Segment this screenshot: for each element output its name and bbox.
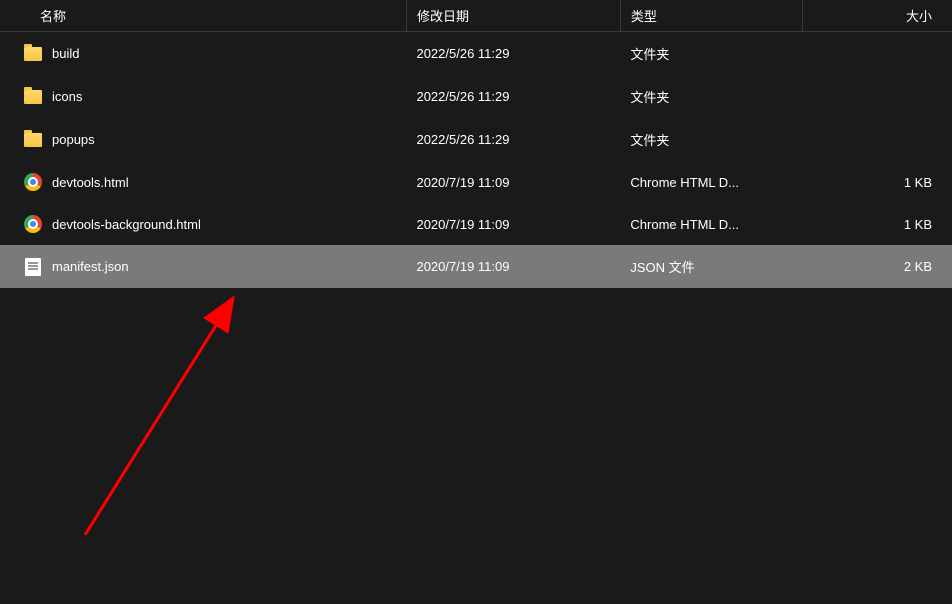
file-date: 2022/5/26 11:29 [406,118,620,161]
file-row[interactable]: popups 2022/5/26 11:29文件夹 [0,118,952,161]
file-row[interactable]: build 2022/5/26 11:29文件夹 [0,32,952,76]
file-name: manifest.json [52,259,129,274]
file-size [802,32,952,76]
file-type: 文件夹 [620,32,802,76]
column-header-size[interactable]: 大小 [802,0,952,32]
file-type: 文件夹 [620,75,802,118]
document-icon [24,258,42,276]
file-name: build [52,46,79,61]
file-date: 2020/7/19 11:09 [406,161,620,203]
chrome-icon [24,215,42,233]
file-name: icons [52,89,82,104]
folder-icon [24,45,42,63]
file-row[interactable]: manifest.json 2020/7/19 11:09JSON 文件2 KB [0,245,952,288]
annotation-arrow [75,295,275,545]
file-row[interactable]: devtools.html 2020/7/19 11:09Chrome HTML … [0,161,952,203]
file-row[interactable]: devtools-background.html 2020/7/19 11:09C… [0,203,952,245]
file-row[interactable]: icons 2022/5/26 11:29文件夹 [0,75,952,118]
column-header-row: 名称 修改日期 类型 大小 [0,0,952,32]
file-type: Chrome HTML D... [620,161,802,203]
file-size: 1 KB [802,203,952,245]
folder-icon [24,131,42,149]
file-type: 文件夹 [620,118,802,161]
folder-icon [24,88,42,106]
file-list-table: 名称 修改日期 类型 大小 build2022/5/26 11:29文件夹ico… [0,0,952,288]
file-size [802,75,952,118]
file-size [802,118,952,161]
file-type: Chrome HTML D... [620,203,802,245]
file-date: 2022/5/26 11:29 [406,32,620,76]
file-date: 2020/7/19 11:09 [406,203,620,245]
column-header-date[interactable]: 修改日期 [406,0,620,32]
file-size: 1 KB [802,161,952,203]
file-name: devtools-background.html [52,217,201,232]
chrome-icon [24,173,42,191]
file-date: 2020/7/19 11:09 [406,245,620,288]
file-size: 2 KB [802,245,952,288]
column-header-name[interactable]: 名称 [0,0,406,32]
file-name: devtools.html [52,175,129,190]
column-header-type[interactable]: 类型 [620,0,802,32]
file-date: 2022/5/26 11:29 [406,75,620,118]
file-type: JSON 文件 [620,245,802,288]
file-name: popups [52,132,95,147]
